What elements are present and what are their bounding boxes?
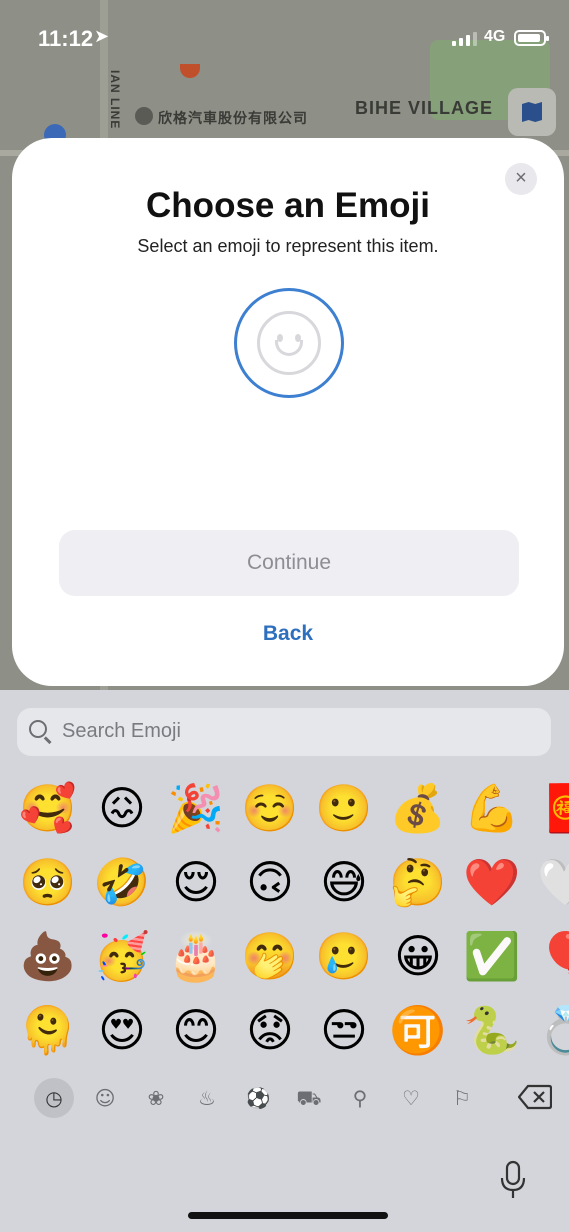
emoji-row: 🥰 😖 🎉 ☺️ 🙂 💰 💪 🧧 [0, 778, 569, 848]
emoji-row: 🫠 😍 😊 😟 😒 🉑 🐍 💍 [0, 1000, 569, 1070]
emoji-key[interactable]: 😍 [92, 1000, 152, 1060]
emoji-key[interactable]: 🫠 [18, 1000, 78, 1060]
food-icon[interactable]: ♨ [187, 1078, 227, 1118]
signal-icon [452, 30, 477, 46]
emoji-key[interactable]: 😒 [314, 1000, 374, 1060]
objects-icon[interactable]: ⚲ [340, 1078, 380, 1118]
emoji-key[interactable]: 😀 [388, 926, 448, 986]
symbols-icon[interactable]: ♡ [391, 1078, 431, 1118]
emoji-key[interactable]: 😊 [166, 1000, 226, 1060]
emoji-key[interactable]: 😅 [314, 852, 374, 912]
emoji-row: 💩 🥳 🎂 🤭 🥲 😀 ✅ 🎈 [0, 926, 569, 996]
status-time: 11:12 [38, 26, 94, 51]
back-button[interactable]: Back [12, 622, 564, 646]
map-company-label: 欣格汽車股份有限公司 [158, 110, 308, 126]
emoji-category-bar: ◷ ☺ ❀ ♨ ⚽ ⛟ ⚲ ♡ ⚐ [0, 1078, 569, 1124]
emoji-key[interactable]: 🤣 [92, 852, 152, 912]
battery-icon [514, 30, 549, 46]
emoji-key[interactable]: 🧧 [536, 778, 569, 838]
microphone-icon[interactable] [498, 1160, 528, 1200]
delete-icon[interactable] [517, 1084, 553, 1110]
map-village-label: BIHE VILLAGE [355, 98, 494, 118]
emoji-key[interactable]: ☺️ [240, 778, 300, 838]
emoji-key[interactable]: 💰 [388, 778, 448, 838]
mouth [275, 340, 303, 356]
smiley-icon[interactable]: ☺ [85, 1078, 125, 1118]
emoji-key[interactable]: 🎈 [536, 926, 569, 986]
location-arrow-icon: ➤ [94, 26, 110, 46]
emoji-key[interactable]: 😖 [92, 778, 152, 838]
emoji-key[interactable]: 🉑 [388, 1000, 448, 1060]
choose-emoji-modal: × Choose an Emoji Select an emoji to rep… [12, 138, 564, 686]
travel-icon[interactable]: ⛟ [289, 1078, 329, 1118]
modal-subtitle: Select an emoji to represent this item. [137, 236, 439, 256]
emoji-key[interactable]: 🙂 [314, 778, 374, 838]
continue-button[interactable]: Continue [59, 530, 519, 596]
modal-title: Choose an Emoji [146, 186, 430, 225]
emoji-key[interactable]: 🤔 [388, 852, 448, 912]
emoji-key[interactable]: ✅ [462, 926, 522, 986]
home-indicator[interactable] [188, 1212, 388, 1219]
emoji-key[interactable]: 🥲 [314, 926, 374, 986]
emoji-key[interactable]: 🤭 [240, 926, 300, 986]
emoji-key[interactable]: 🤍 [536, 852, 569, 912]
emoji-keyboard: Search Emoji 🥰 😖 🎉 ☺️ 🙂 💰 💪 🧧 🥺 🤣 😌 🙃 😅 🤔 ❤️ 🤍 💩 🥳 🎂 🤭 🥲 😀 ✅ 🎈 🫠… [0, 690, 569, 1232]
emoji-key[interactable]: 😌 [166, 852, 226, 912]
emoji-key[interactable]: 🐍 [462, 1000, 522, 1060]
emoji-key[interactable]: 💍 [536, 1000, 569, 1060]
smiley-placeholder-icon [257, 311, 321, 375]
emoji-key[interactable]: 🎉 [166, 778, 226, 838]
emoji-key[interactable]: 💩 [18, 926, 78, 986]
network-type: 4G [484, 28, 506, 45]
emoji-key[interactable]: 🎂 [166, 926, 226, 986]
clock-icon[interactable]: ◷ [34, 1078, 74, 1118]
status-bar: 11:12 ➤ 4G [0, 0, 569, 70]
emoji-key[interactable]: ❤️ [462, 852, 522, 912]
map-mode-button[interactable] [508, 88, 556, 136]
emoji-key[interactable]: 🥺 [18, 852, 78, 912]
emoji-key[interactable]: 🙃 [240, 852, 300, 912]
emoji-key[interactable]: 🥳 [92, 926, 152, 986]
emoji-key[interactable]: 🥰 [18, 778, 78, 838]
emoji-picker-circle[interactable] [234, 288, 344, 398]
flags-icon[interactable]: ⚐ [442, 1078, 482, 1118]
business-icon [135, 107, 153, 125]
emoji-key[interactable]: 😟 [240, 1000, 300, 1060]
map-road-label: IAN LINE [108, 70, 122, 130]
search-placeholder: Search Emoji [62, 720, 181, 742]
emoji-search-input[interactable]: Search Emoji [17, 708, 551, 756]
emoji-row: 🥺 🤣 😌 🙃 😅 🤔 ❤️ 🤍 [0, 852, 569, 922]
emoji-key[interactable]: 💪 [462, 778, 522, 838]
activity-icon[interactable]: ⚽ [238, 1078, 278, 1118]
animal-icon[interactable]: ❀ [136, 1078, 176, 1118]
search-icon [29, 720, 47, 738]
